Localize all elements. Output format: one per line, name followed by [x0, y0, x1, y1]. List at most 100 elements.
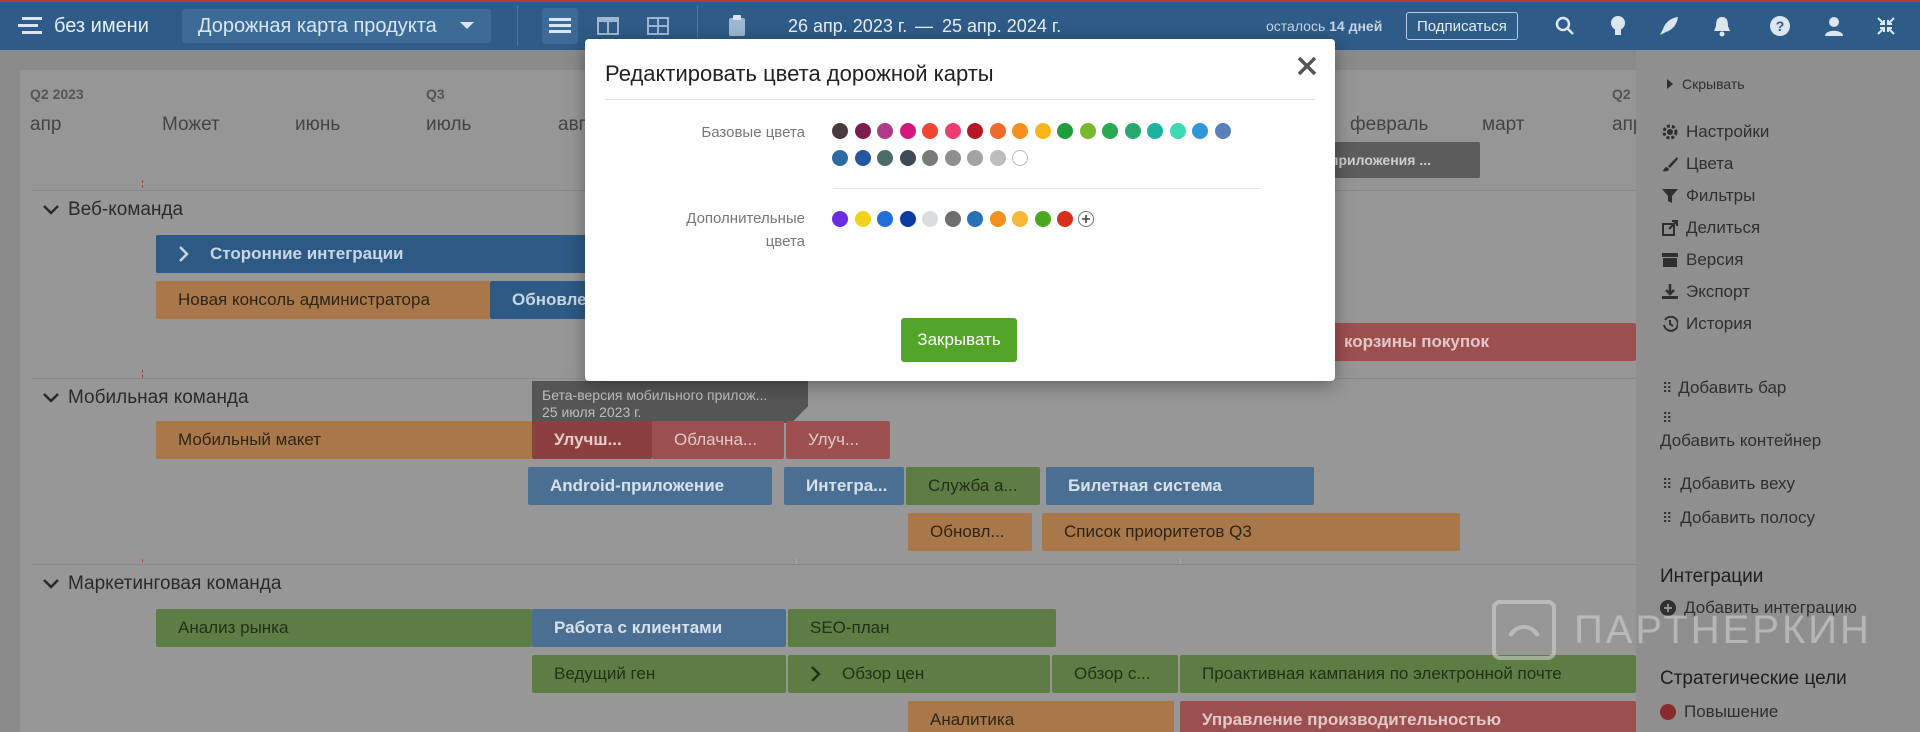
color-swatch[interactable] — [1214, 123, 1231, 139]
fullscreen-button[interactable] — [1872, 12, 1900, 40]
account-button[interactable] — [1820, 12, 1848, 40]
bar-analytics[interactable]: Аналитика — [908, 701, 1174, 732]
sidebar-item-settings[interactable]: Настройки — [1662, 122, 1769, 142]
color-swatch[interactable] — [1034, 123, 1051, 139]
color-swatch[interactable] — [854, 123, 871, 139]
roadmap-select[interactable]: Дорожная карта продукта — [182, 9, 491, 43]
bar-price-review[interactable]: Обзор цен — [788, 655, 1050, 693]
hide-label: Скрывать — [1682, 76, 1745, 92]
bar-perf-mgmt[interactable]: Управление производительностью — [1180, 701, 1636, 732]
color-swatch[interactable] — [989, 211, 1006, 227]
extra-colors-label: Дополнительные цвета — [605, 207, 805, 253]
bar-improve2[interactable]: Улуч... — [786, 421, 890, 459]
subscribe-button[interactable]: Подписаться — [1406, 12, 1518, 40]
bar-ticket[interactable]: Билетная система — [1046, 467, 1314, 505]
menu-button[interactable] — [18, 2, 44, 50]
color-swatch[interactable] — [1012, 123, 1028, 139]
clipboard-button[interactable] — [723, 12, 751, 40]
team-header[interactable]: Веб-команда — [42, 191, 183, 229]
bar-improve[interactable]: Улучш... — [532, 421, 652, 459]
add-container-button[interactable]: ⠿ Добавить контейнер — [1660, 410, 1821, 451]
sidebar-item-version[interactable]: Версия — [1662, 250, 1743, 270]
bar-lead-gen[interactable]: Ведущий ген — [532, 655, 786, 693]
bar-mobile-layout[interactable]: Мобильный макет — [156, 421, 532, 459]
color-swatch[interactable] — [1147, 123, 1163, 139]
milestone-app[interactable]: приложения ... — [1320, 142, 1480, 178]
search-button[interactable] — [1551, 12, 1579, 40]
color-swatch[interactable] — [1034, 211, 1051, 227]
color-swatch[interactable] — [944, 211, 961, 227]
app-title[interactable]: без имени — [54, 2, 149, 50]
list-view-button[interactable] — [542, 8, 578, 44]
color-swatch[interactable] — [1057, 123, 1073, 139]
sidebar-item-filters[interactable]: Фильтры — [1662, 186, 1755, 206]
split-view-button[interactable] — [594, 12, 622, 40]
bar-integra[interactable]: Интегра... — [784, 467, 904, 505]
color-swatch[interactable] — [1124, 123, 1141, 139]
add-lane-button[interactable]: ⠿ Добавить полосу — [1662, 508, 1815, 528]
help-button[interactable]: ? — [1766, 12, 1794, 40]
team-header[interactable]: Мобильная команда — [42, 379, 249, 417]
bar-q3-list[interactable]: Список приоритетов Q3 — [1042, 513, 1460, 551]
color-swatch[interactable] — [854, 150, 871, 166]
sidebar-item-colors[interactable]: Цвета — [1662, 154, 1733, 174]
color-swatch[interactable] — [922, 123, 938, 139]
color-swatch[interactable] — [877, 211, 893, 227]
bar-seo[interactable]: SEO-план — [788, 609, 1056, 647]
color-swatch[interactable] — [989, 123, 1006, 139]
color-swatch[interactable] — [899, 150, 916, 166]
sidebar-item-export[interactable]: Экспорт — [1662, 282, 1750, 302]
bar-cloud[interactable]: Облачна... — [652, 421, 784, 459]
color-swatch[interactable] — [1102, 123, 1118, 139]
bar-android[interactable]: Android-приложение — [528, 467, 772, 505]
grid-view-button[interactable] — [644, 12, 672, 40]
close-icon[interactable] — [1292, 51, 1322, 81]
color-swatch[interactable] — [967, 123, 983, 139]
color-swatch[interactable] — [832, 123, 848, 139]
sidebar-item-share[interactable]: Делиться — [1662, 218, 1760, 238]
bar-cart[interactable]: корзины покупок — [1322, 323, 1636, 361]
launch-button[interactable] — [1655, 12, 1683, 40]
goals-heading: Стратегические цели — [1660, 668, 1847, 689]
color-swatch[interactable] — [1169, 123, 1186, 139]
color-swatch[interactable] — [899, 123, 916, 139]
add-milestone-button[interactable]: ⠿ Добавить веху — [1662, 474, 1795, 494]
color-swatch[interactable] — [1012, 150, 1028, 166]
bar-third-party[interactable]: Сторонние интеграции — [156, 235, 616, 273]
color-swatch[interactable] — [854, 211, 871, 227]
color-swatch[interactable] — [944, 123, 961, 139]
menu-icon — [18, 17, 42, 34]
color-swatch[interactable] — [944, 150, 961, 166]
color-swatch[interactable] — [1057, 211, 1073, 227]
team-header[interactable]: Маркетинговая команда — [42, 565, 281, 603]
add-color-button[interactable] — [1078, 211, 1094, 227]
color-swatch[interactable] — [899, 211, 916, 227]
quarter-label: Q2 2023 — [30, 86, 84, 102]
bar-admin-console[interactable]: Новая консоль администратора — [156, 281, 490, 319]
add-bar-button[interactable]: ⠿ Добавить бар — [1662, 378, 1786, 398]
color-swatch[interactable] — [1192, 123, 1208, 139]
close-button[interactable]: Закрывать — [901, 318, 1017, 362]
color-swatch[interactable] — [922, 211, 938, 227]
bar-review-c[interactable]: Обзор с... — [1052, 655, 1178, 693]
color-swatch[interactable] — [832, 150, 848, 166]
color-swatch[interactable] — [967, 150, 983, 166]
sidebar-item-history[interactable]: История — [1662, 314, 1752, 334]
bar-market-analysis[interactable]: Анализ рынка — [156, 609, 532, 647]
color-swatch[interactable] — [989, 150, 1006, 166]
milestone-mobile-beta[interactable]: Бета-версия мобильного прилож... 25 июля… — [532, 381, 808, 423]
color-swatch[interactable] — [1012, 211, 1028, 227]
bar-service[interactable]: Служба а... — [906, 467, 1040, 505]
goal-item[interactable]: Повышение — [1660, 702, 1778, 722]
color-swatch[interactable] — [922, 150, 938, 166]
color-swatch[interactable] — [877, 150, 893, 166]
color-swatch[interactable] — [877, 123, 893, 139]
bar-update2[interactable]: Обновл... — [908, 513, 1032, 551]
hide-sidebar-button[interactable]: Скрывать — [1666, 76, 1745, 92]
color-swatch[interactable] — [832, 211, 848, 227]
color-swatch[interactable] — [1079, 123, 1096, 139]
notifications-button[interactable] — [1708, 12, 1736, 40]
bar-clients[interactable]: Работа с клиентами — [532, 609, 786, 647]
color-swatch[interactable] — [967, 211, 983, 227]
ideas-button[interactable] — [1604, 12, 1632, 40]
